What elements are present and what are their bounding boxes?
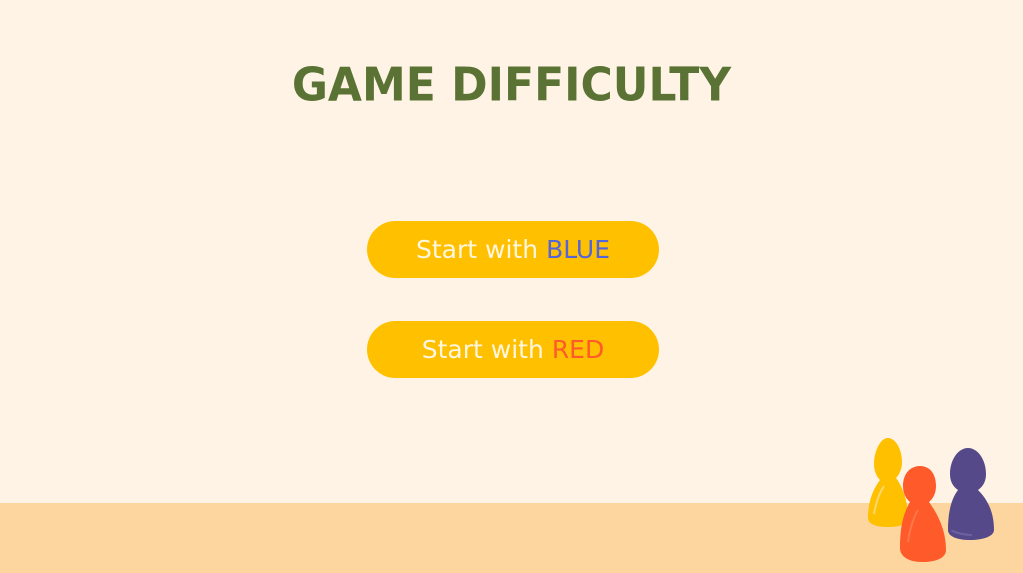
start-red-button[interactable]: Start with RED	[367, 321, 659, 378]
red-pawn-icon	[900, 466, 946, 562]
start-blue-color-word: BLUE	[546, 235, 610, 264]
yellow-pawn-icon	[868, 438, 908, 527]
start-red-color-word: RED	[551, 335, 605, 364]
pawns-illustration	[868, 438, 994, 562]
start-blue-button[interactable]: Start with BLUE	[367, 221, 659, 278]
start-red-prefix: Start with	[421, 335, 544, 364]
start-blue-prefix: Start with	[416, 235, 539, 264]
blue-pawn-icon	[948, 448, 994, 540]
page-title: GAME DIFFICULTY	[291, 58, 732, 113]
